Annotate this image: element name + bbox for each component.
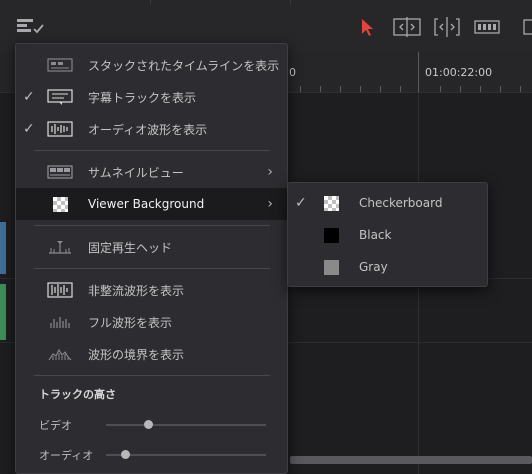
submenu-item-checkerboard[interactable]: ✓ Checkerboard: [288, 188, 487, 220]
submenu-item-label: Black: [359, 228, 392, 242]
slider-label: ビデオ: [39, 419, 72, 432]
checkerboard-icon: [46, 194, 74, 214]
menu-item-label: 字幕トラックを表示: [88, 90, 197, 105]
menu-separator: [34, 150, 270, 151]
video-clip[interactable]: [0, 222, 6, 274]
menu-item-label: 非整流波形を表示: [88, 283, 185, 298]
track-height-title: トラックの高さ: [39, 388, 116, 401]
fixed-playhead-icon: [46, 237, 74, 257]
check-icon: ✓: [295, 195, 307, 211]
submenu-item-gray[interactable]: Gray: [288, 252, 487, 284]
submenu-item-label: Gray: [359, 260, 388, 274]
menu-separator: [34, 375, 270, 376]
stacked-timelines-icon: [46, 55, 74, 75]
timecode-label: 01:00:22:00: [425, 66, 493, 79]
timecode-label-partial: 0: [289, 66, 296, 79]
waveform-border-icon: [46, 344, 74, 364]
menu-item-label: 波形の境界を表示: [88, 347, 185, 362]
selection-tool-icon[interactable]: [356, 14, 378, 40]
timeline-view-options-menu: スタックされたタイムラインを表示 ✓ 字幕トラックを表示 ✓ オーディオ波形を表…: [15, 43, 288, 474]
trim-edit-mode-icon[interactable]: [391, 14, 423, 40]
horizontal-scrollbar[interactable]: [290, 456, 532, 464]
menu-item-viewer-background[interactable]: Viewer Background ›: [16, 188, 287, 220]
menu-item-label: Viewer Background: [88, 197, 205, 211]
menu-item-label: スタックされたタイムラインを表示: [88, 58, 280, 73]
slider-label: オーディオ: [39, 449, 94, 462]
black-swatch-icon: [324, 228, 339, 243]
viewer-background-submenu: ✓ Checkerboard Black Gray: [287, 182, 488, 287]
menu-item-stacked-timelines[interactable]: スタックされたタイムラインを表示: [16, 49, 287, 81]
full-waveform-icon: [46, 312, 74, 332]
menu-separator: [34, 225, 270, 226]
toolbar-seam: [150, 0, 151, 4]
menu-item-label: サムネイルビュー: [88, 165, 184, 180]
video-track-height-slider[interactable]: ビデオ: [16, 413, 287, 437]
toolbar-cutoff-icon[interactable]: [520, 14, 532, 40]
check-icon: ✓: [23, 89, 35, 105]
subtitle-track-icon: [46, 87, 74, 107]
audio-waveform-icon: [46, 119, 74, 139]
slider-knob[interactable]: [121, 450, 131, 459]
audio-clip[interactable]: [0, 284, 6, 340]
menu-item-label: 固定再生ヘッド: [88, 240, 173, 255]
menu-separator: [34, 268, 270, 269]
menu-item-thumbnail-view[interactable]: サムネイルビュー ›: [16, 156, 287, 188]
slider-track[interactable]: [106, 424, 266, 426]
submenu-arrow-icon: ›: [267, 164, 273, 180]
gray-swatch-icon: [324, 260, 339, 275]
menu-item-full-waveform[interactable]: フル波形を表示: [16, 306, 287, 338]
toolbar-seam: [290, 0, 291, 4]
submenu-arrow-icon: ›: [267, 196, 273, 212]
check-icon: ✓: [23, 121, 35, 137]
timeline-view-options-icon[interactable]: [14, 14, 46, 40]
audio-track-height-slider[interactable]: オーディオ: [16, 443, 287, 467]
blade-edit-icon[interactable]: [472, 14, 502, 40]
menu-item-fixed-playhead[interactable]: 固定再生ヘッド: [16, 231, 287, 263]
submenu-item-label: Checkerboard: [359, 196, 443, 210]
menu-item-unrectified-waveform[interactable]: 非整流波形を表示: [16, 274, 287, 306]
submenu-item-black[interactable]: Black: [288, 220, 487, 252]
slider-knob[interactable]: [143, 420, 153, 429]
menu-item-subtitle-track[interactable]: ✓ 字幕トラックを表示: [16, 81, 287, 113]
menu-item-audio-waveform[interactable]: ✓ オーディオ波形を表示: [16, 113, 287, 145]
menu-item-waveform-border[interactable]: 波形の境界を表示: [16, 338, 287, 370]
dynamic-trim-icon[interactable]: [431, 14, 463, 40]
menu-item-label: フル波形を表示: [88, 315, 173, 330]
menu-item-label: オーディオ波形を表示: [88, 122, 208, 137]
unrectified-waveform-icon: [46, 280, 74, 300]
thumbnail-view-icon: [46, 162, 74, 182]
checkerboard-swatch-icon: [324, 196, 339, 211]
